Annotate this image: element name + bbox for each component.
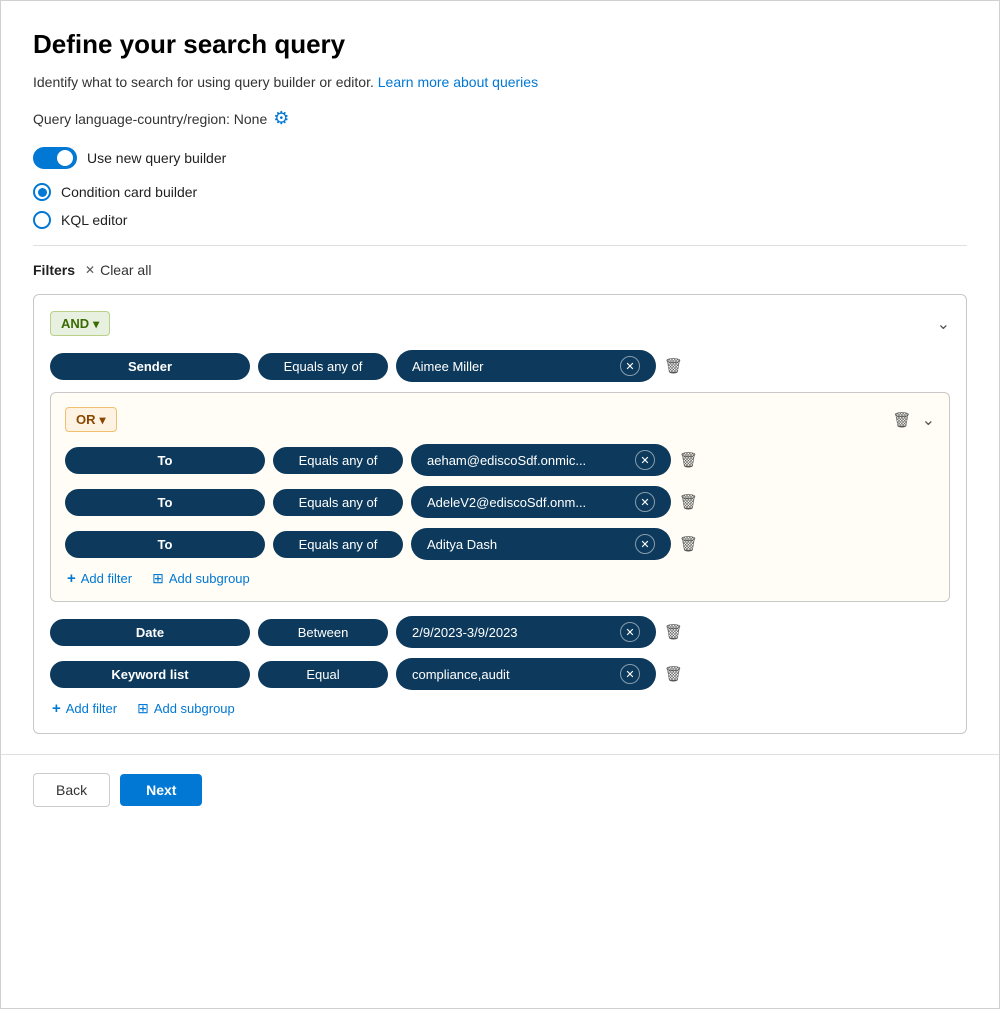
to-field-tag-3[interactable]: To — [65, 531, 265, 558]
next-button[interactable]: Next — [120, 774, 202, 806]
or-operator-badge[interactable]: OR ▾ — [65, 407, 117, 432]
clear-all-button[interactable]: ✕ Clear all — [85, 262, 151, 278]
filters-row: Filters ✕ Clear all — [33, 262, 967, 278]
main-add-subgroup-icon: ⊞ — [137, 700, 149, 717]
or-header: OR ▾ 🗑 ⌄ — [65, 407, 935, 432]
main-add-row: + Add filter ⊞ Add subgroup — [50, 700, 950, 717]
to-delete-row-button-3[interactable]: 🗑 — [679, 535, 698, 553]
or-chevron-icon: ▾ — [100, 413, 106, 427]
condition-card-radio[interactable] — [33, 183, 51, 201]
date-operator-tag[interactable]: Between — [258, 619, 388, 646]
keyword-field-tag[interactable]: Keyword list — [50, 661, 250, 688]
date-value-tag[interactable]: 2/9/2023-3/9/2023 ✕ — [396, 616, 656, 648]
learn-more-link[interactable]: Learn more about queries — [378, 74, 538, 90]
or-subgroup-card: OR ▾ 🗑 ⌄ To Equals any of aeham@ediscoSd… — [50, 392, 950, 602]
to-operator-tag-1[interactable]: Equals any of — [273, 447, 403, 474]
sender-remove-value-button[interactable]: ✕ — [620, 356, 640, 376]
to-value-tag-3[interactable]: Aditya Dash ✕ — [411, 528, 671, 560]
or-delete-subgroup-button[interactable]: 🗑 — [893, 411, 912, 429]
footer: Back Next — [1, 754, 999, 825]
to-delete-row-button-1[interactable]: 🗑 — [679, 451, 698, 469]
and-header: AND ▾ ⌄ — [50, 311, 950, 336]
to-remove-value-button-2[interactable]: ✕ — [635, 492, 655, 512]
kql-editor-label: KQL editor — [61, 212, 127, 228]
to-value-tag-1[interactable]: aeham@ediscoSdf.onmic... ✕ — [411, 444, 671, 476]
kql-editor-radio-row[interactable]: KQL editor — [33, 211, 967, 229]
main-add-filter-plus-icon: + — [52, 700, 61, 717]
or-add-filter-button[interactable]: + Add filter — [67, 570, 132, 587]
main-filter-card: AND ▾ ⌄ Sender Equals any of Aimee Mille… — [33, 294, 967, 734]
to-field-tag-2[interactable]: To — [65, 489, 265, 516]
to-row-2: To Equals any of AdeleV2@ediscoSdf.onm..… — [65, 486, 935, 518]
sender-value-tag[interactable]: Aimee Miller ✕ — [396, 350, 656, 382]
page-description: Identify what to search for using query … — [33, 74, 967, 90]
sender-delete-row-button[interactable]: 🗑 — [664, 357, 683, 375]
date-field-tag[interactable]: Date — [50, 619, 250, 646]
to-field-tag-1[interactable]: To — [65, 447, 265, 474]
keyword-filter-row: Keyword list Equal compliance,audit ✕ 🗑 — [50, 658, 950, 690]
clear-all-x-icon: ✕ — [85, 263, 95, 277]
query-builder-toggle[interactable] — [33, 147, 77, 169]
to-row-3: To Equals any of Aditya Dash ✕ 🗑 — [65, 528, 935, 560]
and-collapse-icon[interactable]: ⌄ — [937, 314, 950, 334]
keyword-operator-tag[interactable]: Equal — [258, 661, 388, 688]
and-chevron-icon: ▾ — [93, 317, 99, 331]
to-remove-value-button-3[interactable]: ✕ — [635, 534, 655, 554]
kql-editor-radio[interactable] — [33, 211, 51, 229]
query-builder-toggle-row: Use new query builder — [33, 147, 967, 169]
keyword-remove-value-button[interactable]: ✕ — [620, 664, 640, 684]
back-button[interactable]: Back — [33, 773, 110, 807]
or-add-subgroup-button[interactable]: ⊞ Add subgroup — [152, 570, 250, 587]
or-add-filter-plus-icon: + — [67, 570, 76, 587]
or-header-right: 🗑 ⌄ — [893, 410, 935, 430]
date-remove-value-button[interactable]: ✕ — [620, 622, 640, 642]
or-add-row: + Add filter ⊞ Add subgroup — [65, 570, 935, 587]
sender-operator-tag[interactable]: Equals any of — [258, 353, 388, 380]
keyword-value-tag[interactable]: compliance,audit ✕ — [396, 658, 656, 690]
to-row-1: To Equals any of aeham@ediscoSdf.onmic..… — [65, 444, 935, 476]
main-add-subgroup-button[interactable]: ⊞ Add subgroup — [137, 700, 235, 717]
to-operator-tag-3[interactable]: Equals any of — [273, 531, 403, 558]
to-value-tag-2[interactable]: AdeleV2@ediscoSdf.onm... ✕ — [411, 486, 671, 518]
main-add-filter-button[interactable]: + Add filter — [52, 700, 117, 717]
to-remove-value-button-1[interactable]: ✕ — [635, 450, 655, 470]
keyword-delete-row-button[interactable]: 🗑 — [664, 665, 683, 683]
to-operator-tag-2[interactable]: Equals any of — [273, 489, 403, 516]
or-collapse-icon[interactable]: ⌄ — [922, 410, 935, 430]
query-language-row: Query language-country/region: None ⚙ — [33, 108, 967, 129]
date-filter-row: Date Between 2/9/2023-3/9/2023 ✕ 🗑 — [50, 616, 950, 648]
condition-card-label: Condition card builder — [61, 184, 197, 200]
sender-filter-row: Sender Equals any of Aimee Miller ✕ 🗑 — [50, 350, 950, 382]
to-delete-row-button-2[interactable]: 🗑 — [679, 493, 698, 511]
filters-label: Filters — [33, 262, 75, 278]
condition-card-radio-row[interactable]: Condition card builder — [33, 183, 967, 201]
and-operator-badge[interactable]: AND ▾ — [50, 311, 110, 336]
page-title: Define your search query — [33, 29, 967, 60]
sender-field-tag[interactable]: Sender — [50, 353, 250, 380]
date-delete-row-button[interactable]: 🗑 — [664, 623, 683, 641]
toggle-label: Use new query builder — [87, 150, 226, 166]
language-settings-icon[interactable]: ⚙ — [273, 108, 289, 129]
or-add-subgroup-icon: ⊞ — [152, 570, 164, 587]
